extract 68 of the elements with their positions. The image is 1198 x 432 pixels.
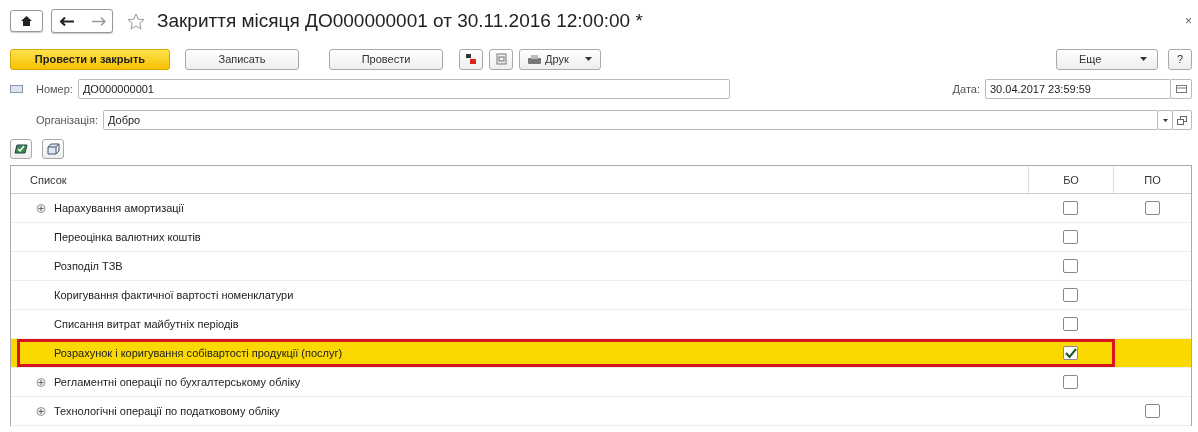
- dt-kt-button[interactable]: [459, 48, 483, 70]
- caret-icon: [584, 57, 592, 61]
- document-icon: [495, 53, 507, 65]
- fill-button[interactable]: [10, 139, 32, 159]
- toolbar-button[interactable]: Записать: [185, 48, 299, 70]
- expand-icon[interactable]: [36, 377, 46, 387]
- table-row[interactable]: Розподіл ТЗВ: [11, 252, 1191, 281]
- caret-icon: [1162, 118, 1168, 122]
- help-button[interactable]: ?: [1168, 48, 1192, 70]
- column-header: БО: [1063, 173, 1079, 186]
- operation-name: Переоцінка валютних коштів: [54, 231, 201, 243]
- column-header: ПО: [1144, 173, 1161, 186]
- organization-field[interactable]: Добро: [103, 110, 1158, 130]
- checkbox[interactable]: [1063, 230, 1078, 244]
- checkbox[interactable]: [1144, 201, 1160, 215]
- back-arrow-icon[interactable]: [60, 16, 74, 26]
- checkbox[interactable]: [1063, 317, 1078, 331]
- table-row[interactable]: Регламентні операції по бухгалтерському обліку: [11, 368, 1191, 397]
- print-button[interactable]: Друк: [519, 48, 601, 70]
- forward-arrow-icon[interactable]: [92, 16, 106, 26]
- caret-icon: [1140, 57, 1147, 61]
- expand-icon[interactable]: [36, 203, 46, 213]
- organization-label: Організація:: [36, 114, 98, 126]
- document-button[interactable]: [489, 48, 513, 70]
- calendar-icon: [1175, 85, 1187, 93]
- checkbox[interactable]: [1144, 404, 1160, 418]
- table-row[interactable]: Коригування фактичної вартості номенклатури: [11, 281, 1191, 310]
- operation-name: Розподіл ТЗВ: [54, 260, 123, 272]
- close-button[interactable]: ×: [1185, 14, 1192, 28]
- printer-icon: [528, 54, 541, 64]
- table-row[interactable]: Переоцінка валютних коштів: [11, 223, 1191, 252]
- checkbox[interactable]: [1063, 375, 1078, 389]
- home-button[interactable]: [10, 10, 43, 32]
- checkbox[interactable]: [1063, 259, 1078, 273]
- expand-icon[interactable]: [36, 406, 46, 416]
- star-icon[interactable]: [127, 12, 145, 30]
- operation-name: Технологічні операції по податковому обліку: [54, 405, 280, 417]
- post-and-close-button[interactable]: Провести и закрыть: [10, 48, 170, 70]
- checkbox[interactable]: [1063, 288, 1078, 302]
- date-field[interactable]: 30.04.2017 23:59:59: [985, 79, 1171, 99]
- number-label: Номер:: [36, 83, 73, 95]
- selected-row[interactable]: Розрахунок і коригування собівартості продукції (послуг): [11, 339, 1191, 368]
- checkbox[interactable]: [1063, 201, 1078, 215]
- table-row[interactable]: Нарахування амортизації: [11, 194, 1191, 223]
- operation-name: Коригування фактичної вартості номенклатури: [54, 289, 294, 301]
- box-icon: [46, 143, 60, 155]
- calendar-button[interactable]: [1170, 79, 1192, 99]
- copy-button[interactable]: [42, 139, 64, 159]
- operation-name: Нарахування амортизації: [54, 202, 185, 214]
- stack-check-icon: [14, 143, 28, 155]
- open-window-icon: [1177, 115, 1187, 125]
- checkbox[interactable]: [1063, 346, 1078, 360]
- debit-credit-icon: [465, 53, 477, 65]
- window-title: Закриття місяця ДО000000001 от 30.11.2016 12:00:00 *: [157, 10, 643, 32]
- operation-name: Списання витрат майбутніх періодів: [54, 318, 239, 330]
- table-row[interactable]: Технологічні операції по податковому обліку: [11, 397, 1191, 426]
- toolbar-button[interactable]: Провести: [329, 48, 443, 70]
- open-button[interactable]: [1172, 110, 1192, 130]
- document-icon: [10, 85, 23, 93]
- operation-name: Розрахунок і коригування собівартості продукції (послуг): [54, 347, 343, 359]
- dropdown-button[interactable]: [1157, 110, 1173, 130]
- operation-name: Регламентні операції по бухгалтерському обліку: [54, 376, 301, 388]
- number-field[interactable]: ДО000000001: [77, 79, 730, 99]
- date-label: Дата:: [952, 83, 980, 95]
- home-icon: [21, 16, 32, 26]
- column-header: Список: [29, 173, 68, 186]
- table-row[interactable]: Списання витрат майбутніх періодів: [11, 310, 1191, 339]
- more-button[interactable]: Еще: [1056, 48, 1158, 70]
